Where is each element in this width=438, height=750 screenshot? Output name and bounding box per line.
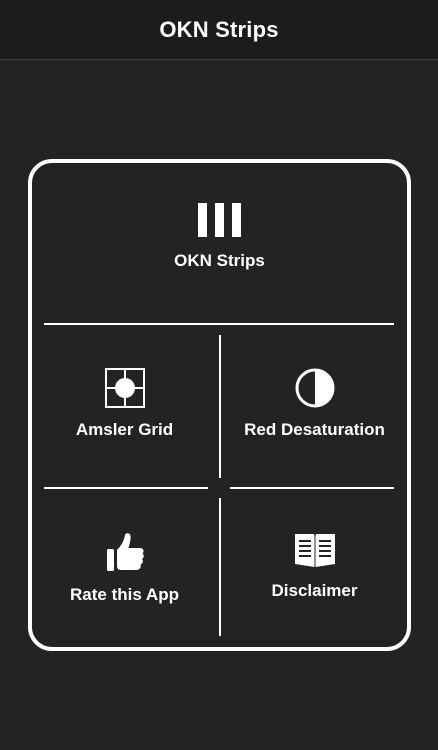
- amsler-grid-label: Amsler Grid: [75, 420, 174, 439]
- open-book-icon: [294, 534, 335, 567]
- menu-card: OKN Strips Amsler Grid Red Desaturation: [28, 159, 411, 651]
- divider: [44, 323, 394, 325]
- divider: [44, 487, 208, 489]
- divider: [230, 487, 394, 489]
- navigation-bar: OKN Strips: [0, 0, 438, 60]
- disclaimer-button[interactable]: Disclaimer: [232, 531, 397, 606]
- page-title: OKN Strips: [159, 16, 279, 42]
- okn-strips-label: OKN Strips: [174, 251, 265, 270]
- thumbs-up-icon: [106, 533, 144, 571]
- amsler-grid-button[interactable]: Amsler Grid: [42, 368, 207, 443]
- rate-app-button[interactable]: Rate this App: [42, 531, 207, 606]
- half-circle-contrast-icon: [295, 368, 334, 408]
- red-desaturation-button[interactable]: Red Desaturation: [232, 368, 397, 443]
- okn-strips-button[interactable]: OKN Strips: [42, 203, 397, 293]
- divider: [219, 498, 221, 636]
- rate-app-label: Rate this App: [70, 585, 179, 604]
- disclaimer-label: Disclaimer: [271, 581, 358, 600]
- app-screen: OKN Strips OKN Strips Amsler Grid Red De…: [0, 0, 438, 750]
- red-desaturation-label: Red Desaturation: [244, 420, 385, 439]
- divider: [219, 335, 221, 478]
- vertical-bars-icon: [197, 203, 241, 237]
- grid-target-icon: [104, 368, 145, 408]
